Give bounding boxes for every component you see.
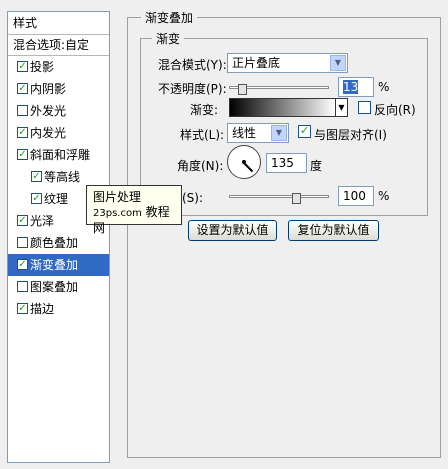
style-item-pattern-overlay[interactable]: 图案叠加 bbox=[8, 276, 109, 298]
gradient-preview[interactable] bbox=[229, 98, 336, 117]
checkbox-color-overlay[interactable] bbox=[17, 237, 28, 248]
checkbox-satin[interactable]: ✓ bbox=[17, 215, 28, 226]
checkbox-outer-glow[interactable] bbox=[17, 105, 28, 116]
style-value: 线性 bbox=[232, 126, 257, 140]
chevron-down-icon: ▼ bbox=[330, 55, 346, 71]
reverse-label: 反向(R) bbox=[374, 103, 416, 117]
checkbox-inner-shadow[interactable]: ✓ bbox=[17, 83, 28, 94]
checkbox-texture[interactable]: ✓ bbox=[31, 193, 42, 204]
tooltip-line1: 图片处理 bbox=[93, 190, 142, 204]
style-item-drop-shadow[interactable]: ✓ 投影 bbox=[8, 56, 109, 78]
align-with-layer-label: 与图层对齐(I) bbox=[314, 128, 387, 142]
gradient-label: 渐变: bbox=[190, 103, 219, 117]
reverse-checkbox[interactable] bbox=[358, 101, 371, 114]
scale-value: 100 bbox=[343, 189, 366, 203]
angle-label: 角度(N): bbox=[177, 159, 224, 173]
align-with-layer-checkbox[interactable]: ✓ bbox=[298, 125, 311, 138]
blend-mode-value: 正片叠底 bbox=[232, 56, 281, 70]
style-item-label: 外发光 bbox=[30, 104, 67, 118]
style-item-bevel-emboss[interactable]: ✓ 斜面和浮雕 bbox=[8, 144, 109, 166]
tooltip-line2: 23ps.com 教程网 bbox=[93, 205, 175, 236]
style-item-label: 内阴影 bbox=[30, 82, 67, 96]
style-item-label: 颜色叠加 bbox=[30, 236, 79, 250]
opacity-value: 13 bbox=[343, 80, 359, 94]
checkbox-pattern-overlay[interactable] bbox=[17, 281, 28, 292]
style-item-inner-glow[interactable]: ✓ 内发光 bbox=[8, 122, 109, 144]
set-default-button[interactable]: 设置为默认值 bbox=[188, 220, 277, 241]
style-item-outer-glow[interactable]: 外发光 bbox=[8, 100, 109, 122]
checkbox-inner-glow[interactable]: ✓ bbox=[17, 127, 28, 138]
style-item-stroke[interactable]: ✓ 描边 bbox=[8, 298, 109, 320]
style-item-label: 斜面和浮雕 bbox=[30, 148, 91, 162]
opacity-input[interactable]: 13 bbox=[338, 77, 374, 97]
blend-mode-label: 混合模式(Y): bbox=[158, 58, 227, 72]
style-item-gradient-overlay[interactable]: ✓ 渐变叠加 bbox=[8, 254, 109, 276]
gradient-dropdown-arrow-icon[interactable]: ▼ bbox=[336, 98, 348, 117]
blend-mode-select[interactable]: 正片叠底 ▼ bbox=[227, 53, 348, 73]
angle-value: 135 bbox=[271, 156, 294, 170]
style-select[interactable]: 线性 ▼ bbox=[227, 123, 289, 143]
checkbox-gradient-overlay[interactable]: ✓ bbox=[17, 259, 28, 270]
opacity-slider-thumb[interactable] bbox=[237, 84, 247, 95]
tooltip-site: 23ps.com bbox=[93, 208, 142, 219]
style-item-label: 投影 bbox=[30, 60, 55, 74]
blend-options-item[interactable]: 混合选项:自定 bbox=[8, 35, 109, 56]
style-item-label: 光泽 bbox=[30, 214, 55, 228]
reset-default-button[interactable]: 复位为默认值 bbox=[288, 220, 379, 241]
style-item-label: 描边 bbox=[30, 302, 55, 316]
angle-unit: 度 bbox=[310, 159, 323, 173]
watermark-tooltip: 图片处理 23ps.com 教程网 bbox=[86, 185, 182, 235]
angle-dial-center bbox=[242, 160, 246, 164]
style-label: 样式(L): bbox=[180, 128, 225, 142]
checkbox-bevel-emboss[interactable]: ✓ bbox=[17, 149, 28, 160]
scale-unit: % bbox=[378, 189, 390, 203]
gradient-overlay-title: 渐变叠加 bbox=[141, 9, 198, 26]
style-item-label: 等高线 bbox=[44, 170, 81, 184]
style-item-inner-shadow[interactable]: ✓ 内阴影 bbox=[8, 78, 109, 100]
style-item-label: 渐变叠加 bbox=[30, 258, 79, 272]
styles-header: 样式 bbox=[8, 12, 109, 35]
gradient-group-title: 渐变 bbox=[152, 30, 185, 47]
style-item-label: 图案叠加 bbox=[30, 280, 79, 294]
checkbox-contour[interactable]: ✓ bbox=[31, 171, 42, 182]
opacity-label: 不透明度(P): bbox=[158, 82, 227, 96]
checkbox-stroke[interactable]: ✓ bbox=[17, 303, 28, 314]
opacity-unit: % bbox=[378, 80, 390, 94]
chevron-down-icon: ▼ bbox=[271, 125, 287, 141]
style-item-label: 纹理 bbox=[44, 192, 69, 206]
scale-slider-track[interactable] bbox=[229, 195, 329, 198]
angle-dial[interactable] bbox=[227, 145, 261, 179]
scale-input[interactable]: 100 bbox=[338, 186, 374, 206]
checkbox-drop-shadow[interactable]: ✓ bbox=[17, 61, 28, 72]
angle-input[interactable]: 135 bbox=[266, 153, 307, 173]
style-item-label: 内发光 bbox=[30, 126, 67, 140]
scale-slider-thumb[interactable] bbox=[291, 193, 301, 204]
styles-list-panel: 样式 混合选项:自定 ✓ 投影 ✓ 内阴影 外发光 ✓ 内发光 ✓ 斜面和浮雕 … bbox=[7, 11, 110, 463]
